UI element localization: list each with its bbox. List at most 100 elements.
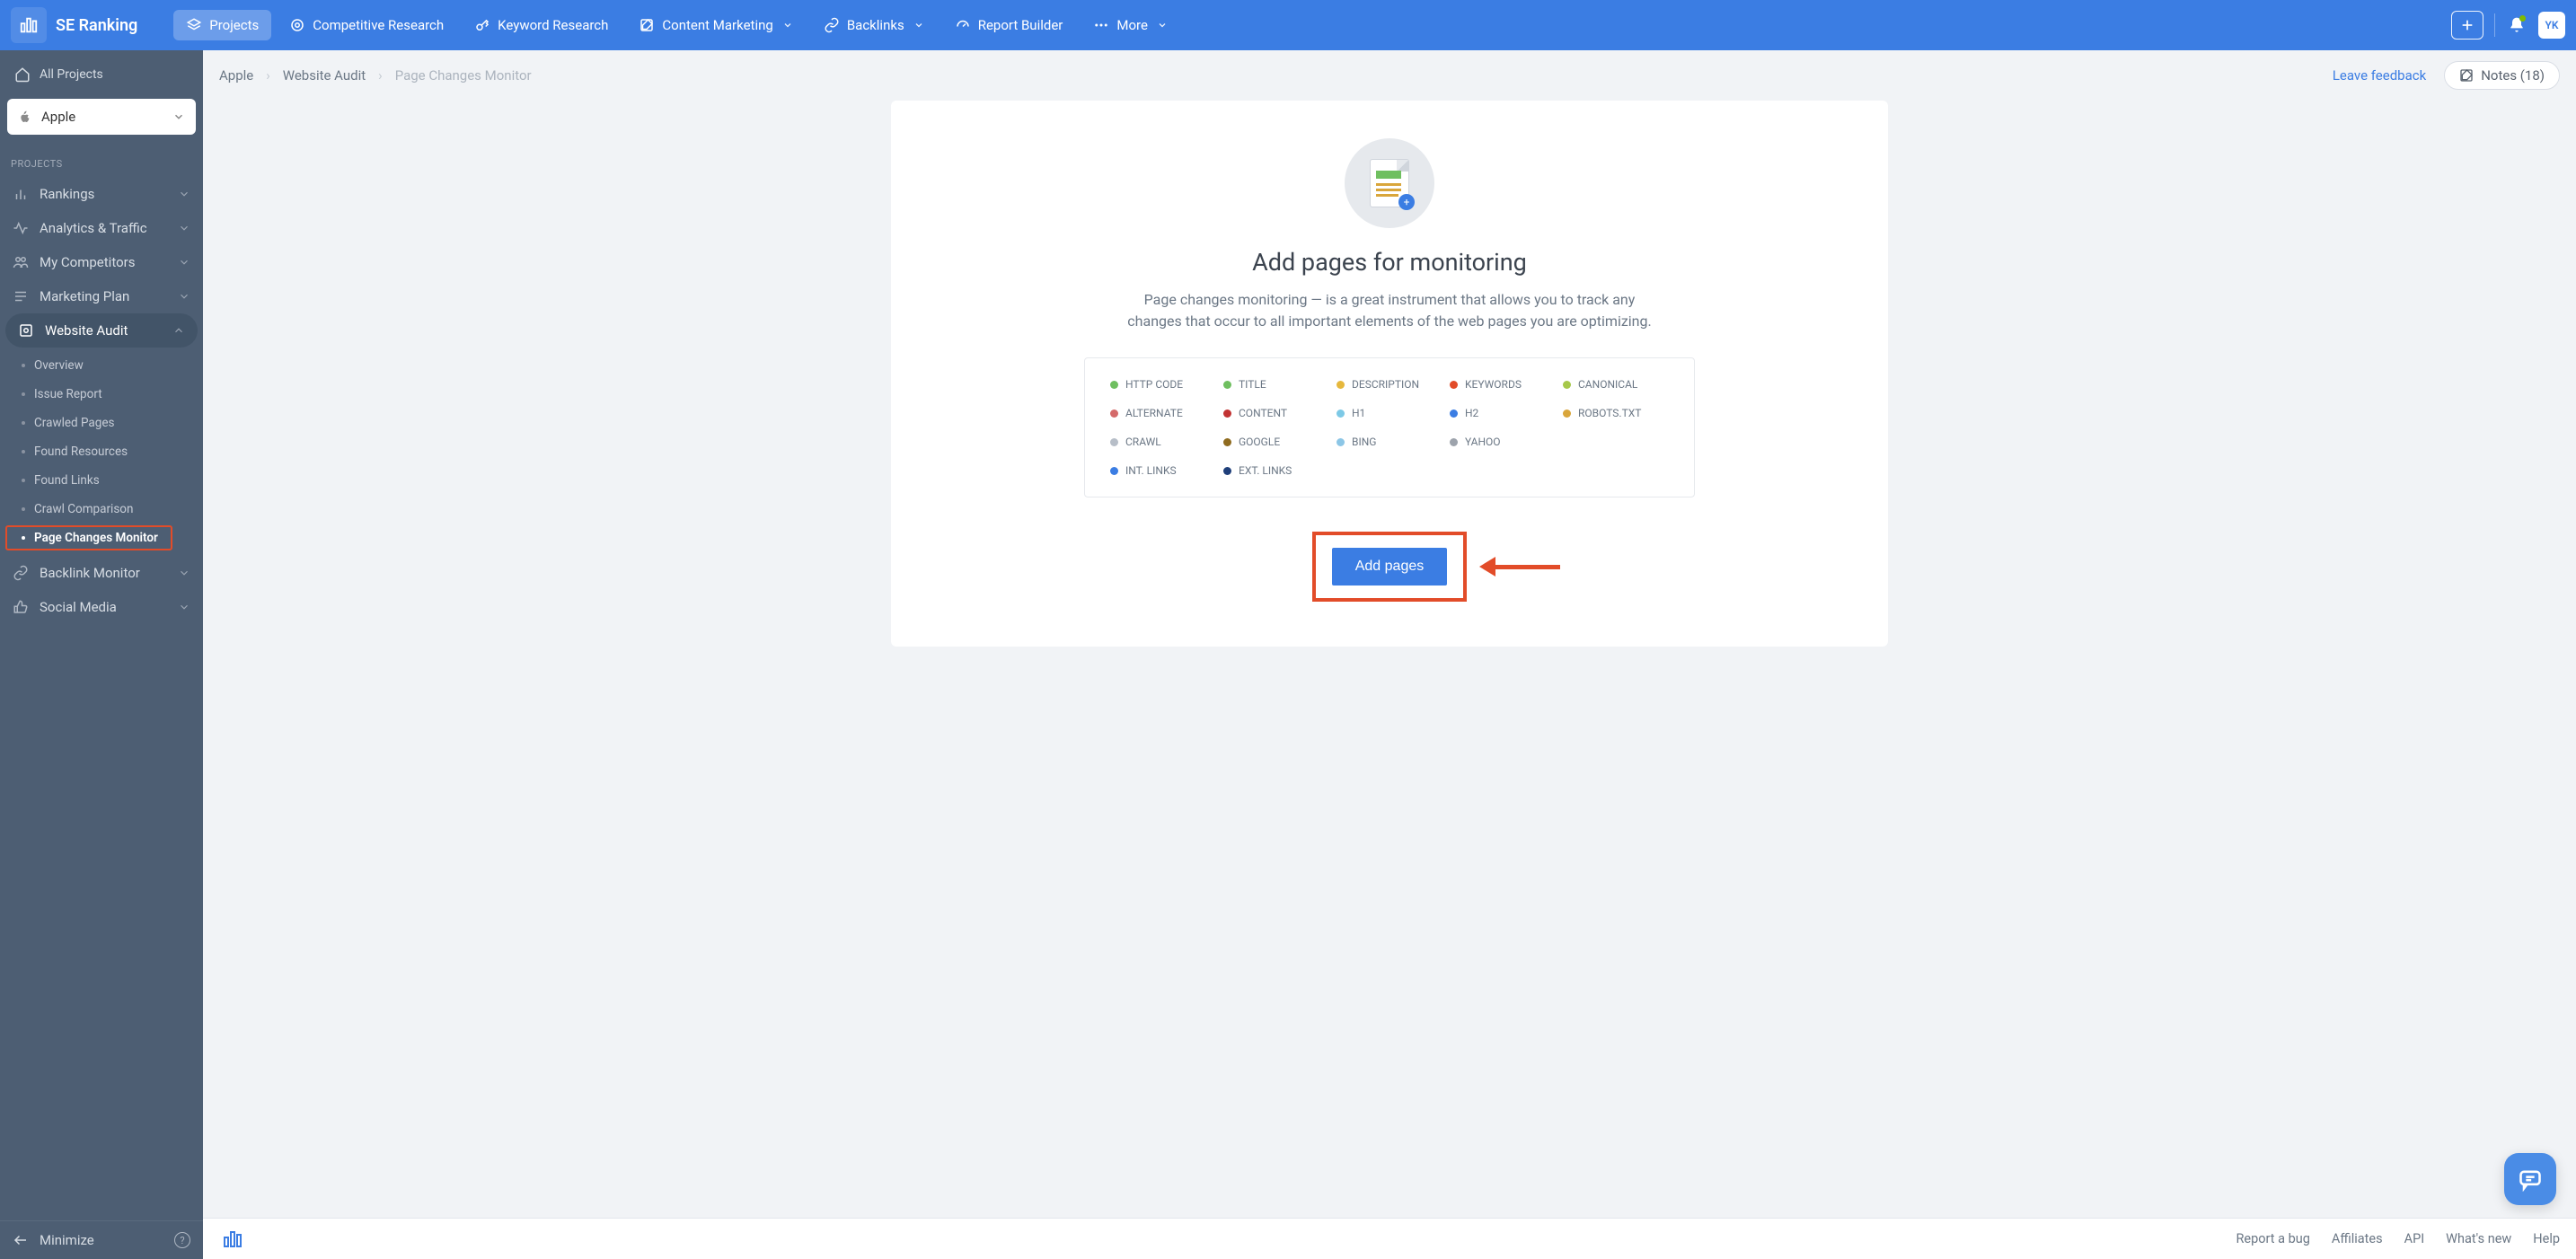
legend-swatch (1223, 409, 1231, 418)
sidebar-backlink-label: Backlink Monitor (40, 565, 167, 581)
subnav-pagechanges-label: Page Changes Monitor (34, 531, 158, 545)
legend-label: DESCRIPTION (1352, 378, 1419, 391)
chevron-down-icon (913, 20, 924, 31)
notes-button[interactable]: Notes (18) (2444, 61, 2560, 90)
top-header: SE Ranking Projects Competitive Research… (0, 0, 2576, 50)
nav-projects[interactable]: Projects (173, 10, 271, 40)
legend-swatch (1450, 438, 1458, 446)
divider (2494, 13, 2495, 37)
legend-item: BING (1337, 436, 1442, 448)
chevron-down-icon (172, 110, 185, 123)
subnav-crawl-comparison[interactable]: Crawl Comparison (0, 495, 203, 524)
sidebar-footer: Minimize ? (0, 1220, 203, 1259)
help-icon[interactable]: ? (174, 1232, 190, 1248)
breadcrumb-row: Apple › Website Audit › Page Changes Mon… (203, 50, 2576, 101)
footer-help[interactable]: Help (2533, 1231, 2560, 1246)
target-icon (289, 17, 305, 33)
chevron-down-icon (178, 222, 190, 234)
link-icon (13, 565, 29, 581)
breadcrumb-apple[interactable]: Apple (219, 67, 253, 84)
edit-icon (2459, 68, 2474, 83)
subnav-crawled-pages[interactable]: Crawled Pages (0, 409, 203, 437)
subnav-found-resources[interactable]: Found Resources (0, 437, 203, 466)
footer-links: Report a bug Affiliates API What's new H… (2236, 1231, 2561, 1246)
add-button[interactable] (2451, 11, 2483, 40)
empty-title: Add pages for monitoring (1252, 248, 1527, 277)
legend-swatch (1110, 409, 1118, 418)
sidebar-item-rankings: Rankings (0, 177, 203, 211)
breadcrumb: Apple › Website Audit › Page Changes Mon… (219, 67, 532, 84)
footer-logo-icon[interactable] (219, 1226, 246, 1253)
legend-swatch (1223, 381, 1231, 389)
annotation-arrow (1479, 557, 1560, 577)
legend-item: KEYWORDS (1450, 378, 1556, 391)
chevron-down-icon (1157, 20, 1168, 31)
sidebar-item-backlink-monitor: Backlink Monitor (0, 556, 203, 590)
nav-content-label: Content Marketing (662, 17, 772, 33)
nav-more[interactable]: More (1081, 10, 1180, 40)
chat-fab-button[interactable] (2504, 1153, 2556, 1205)
footer-report-bug[interactable]: Report a bug (2236, 1231, 2310, 1246)
subnav-overview-label: Overview (34, 358, 84, 373)
legend-item: CANONICAL (1563, 378, 1669, 391)
footer-affiliates[interactable]: Affiliates (2332, 1231, 2383, 1246)
nav-content-marketing[interactable]: Content Marketing (626, 10, 805, 40)
nav-report-builder[interactable]: Report Builder (942, 10, 1076, 40)
chevron-right-icon: › (378, 67, 383, 84)
legend-label: INT. LINKS (1125, 464, 1177, 477)
legend-item: DESCRIPTION (1337, 378, 1442, 391)
subnav-overview[interactable]: Overview (0, 351, 203, 380)
legend-item: TITLE (1223, 378, 1329, 391)
sidebar-all-projects[interactable]: All Projects (7, 57, 196, 92)
footer-whats-new[interactable]: What's new (2446, 1231, 2511, 1246)
legend-swatch (1110, 467, 1118, 475)
add-pages-button[interactable]: Add pages (1332, 548, 1448, 585)
sidebar-audit-subnav: Overview Issue Report Crawled Pages Foun… (0, 348, 203, 556)
notes-label: Notes (18) (2481, 67, 2545, 84)
scan-icon (18, 322, 34, 339)
user-avatar[interactable]: YK (2538, 12, 2565, 39)
sidebar-minimize[interactable]: Minimize ? (0, 1221, 203, 1259)
empty-state-card: + Add pages for monitoring Page changes … (891, 101, 1888, 647)
subnav-issue-report[interactable]: Issue Report (0, 380, 203, 409)
list-icon (13, 288, 29, 304)
legend-item: ROBOTS.TXT (1563, 407, 1669, 419)
chevron-down-icon (178, 256, 190, 269)
nav-backlinks[interactable]: Backlinks (811, 10, 937, 40)
top-nav: Projects Competitive Research Keyword Re… (173, 10, 1180, 40)
legend-item (1563, 436, 1669, 448)
edit-icon (639, 17, 655, 33)
sidebar-marketing-label: Marketing Plan (40, 288, 167, 304)
subnav-issue-label: Issue Report (34, 387, 102, 401)
topbar-right: YK (2451, 11, 2565, 40)
subnav-found-links[interactable]: Found Links (0, 466, 203, 495)
content-area: Apple › Website Audit › Page Changes Mon… (203, 50, 2576, 1259)
nav-competitive-research[interactable]: Competitive Research (277, 10, 456, 40)
legend-swatch (1450, 381, 1458, 389)
legend-label: ROBOTS.TXT (1578, 407, 1641, 419)
project-selector[interactable]: Apple (7, 99, 196, 135)
legend-item: GOOGLE (1223, 436, 1329, 448)
sidebar-nav: Rankings Analytics & Traffic My Competit… (0, 177, 203, 624)
footer-api[interactable]: API (2404, 1231, 2425, 1246)
empty-description: Page changes monitoring — is a great ins… (1116, 289, 1663, 332)
nav-more-label: More (1116, 17, 1148, 33)
key-icon (474, 17, 490, 33)
sidebar-item-social: Social Media (0, 590, 203, 624)
breadcrumb-audit[interactable]: Website Audit (283, 67, 366, 84)
chevron-down-icon (178, 188, 190, 200)
monitoring-elements-legend: HTTP CODETITLEDESCRIPTIONKEYWORDSCANONIC… (1084, 357, 1695, 497)
legend-label: H1 (1352, 407, 1365, 419)
leave-feedback-link[interactable]: Leave feedback (2333, 67, 2426, 84)
notifications-bell-icon[interactable] (2506, 14, 2527, 36)
thumbs-up-icon (13, 599, 29, 615)
subnav-resources-label: Found Resources (34, 445, 128, 459)
chevron-right-icon: › (266, 67, 270, 84)
gauge-icon (955, 17, 971, 33)
subnav-page-changes-monitor[interactable]: Page Changes Monitor (0, 524, 203, 552)
nav-keyword-research[interactable]: Keyword Research (462, 10, 621, 40)
content-body: + Add pages for monitoring Page changes … (203, 101, 2576, 1218)
notification-dot (2519, 15, 2526, 22)
legend-label: KEYWORDS (1465, 378, 1522, 391)
brand-logo-icon[interactable] (11, 7, 47, 43)
